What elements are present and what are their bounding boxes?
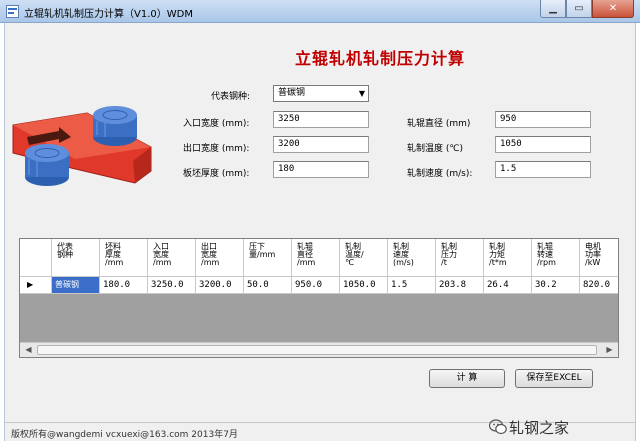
col-header-thickness[interactable]: 坯料 厚度/mm	[100, 239, 148, 277]
copyright-text: 版权所有@wangdemi vcxuexi@163.com 2013年7月	[11, 430, 238, 440]
maximize-button[interactable]: ▭	[566, 0, 592, 18]
wechat-icon	[489, 419, 507, 435]
roll-diameter-label: 轧辊直径 (mm)	[407, 119, 471, 129]
steel-grade-value: 普碳钢	[278, 88, 306, 98]
grid-header: 代表 钢种 坯料 厚度/mm 入口 宽度/mm 出口 宽度/mm 压下 量/mm 轧辊 直径…	[20, 239, 618, 277]
slab-thickness-label: 板坯厚度 (mm):	[183, 169, 250, 179]
mill-illustration	[12, 106, 152, 186]
rolling-temp-field[interactable]: 1050	[495, 136, 591, 153]
results-grid[interactable]: 代表 钢种 坯料 厚度/mm 入口 宽度/mm 出口 宽度/mm 压下 量/mm 轧辊 直径…	[19, 238, 619, 358]
app-icon	[6, 5, 19, 18]
chevron-down-icon: ▼	[358, 89, 365, 98]
col-header-roll-diameter[interactable]: 轧辊 直径/mm	[292, 239, 340, 277]
col-header-torque[interactable]: 轧制 力矩/t*m	[484, 239, 532, 277]
window-controls: ▁ ▭ ✕	[540, 0, 634, 18]
cell-entry-width[interactable]: 3250.0	[148, 277, 196, 294]
roll-diameter-field[interactable]: 950	[495, 111, 591, 128]
minimize-button[interactable]: ▁	[540, 0, 566, 18]
col-header-exit-width[interactable]: 出口 宽度/mm	[196, 239, 244, 277]
col-header-temperature[interactable]: 轧制 温度/℃	[340, 239, 388, 277]
steel-grade-select[interactable]: 普碳钢 ▼	[273, 85, 369, 102]
watermark-text: 轧钢之家	[509, 419, 570, 437]
table-row[interactable]: ▶ 普碳钢 180.0 3250.0 3200.0 50.0 950.0 105…	[20, 277, 618, 294]
save-excel-button[interactable]: 保存至EXCEL	[515, 369, 593, 388]
slab-thickness-field[interactable]: 180	[273, 161, 369, 178]
cell-torque[interactable]: 26.4	[484, 277, 532, 294]
rolling-speed-label: 轧制速度 (m/s):	[407, 169, 473, 179]
col-header-reduction[interactable]: 压下 量/mm	[244, 239, 292, 277]
close-icon: ✕	[608, 3, 618, 14]
grid-corner	[20, 239, 52, 277]
main-window: 立辊轧机轧制压力计算 代表钢种: 普碳钢 ▼ 入口宽度 (mm): 3250 出…	[4, 23, 636, 441]
cell-reduction[interactable]: 50.0	[244, 277, 292, 294]
row-selector-icon[interactable]: ▶	[20, 277, 52, 294]
exit-width-field[interactable]: 3200	[273, 136, 369, 153]
cell-thickness[interactable]: 180.0	[100, 277, 148, 294]
scrollbar-thumb[interactable]	[37, 345, 597, 355]
entry-width-label: 入口宽度 (mm):	[183, 119, 250, 129]
entry-width-field[interactable]: 3250	[273, 111, 369, 128]
minimize-icon: ▁	[549, 3, 557, 14]
maximize-icon: ▭	[574, 3, 584, 14]
col-header-force[interactable]: 轧制 压力/t	[436, 239, 484, 277]
page-title: 立辊轧机轧制压力计算	[295, 49, 466, 68]
cell-temperature[interactable]: 1050.0	[340, 277, 388, 294]
cell-motor-power[interactable]: 820.0	[580, 277, 618, 294]
window-title: 立辊轧机轧制压力计算（V1.0）WDM	[24, 9, 193, 20]
cell-force[interactable]: 203.8	[436, 277, 484, 294]
rolling-speed-field[interactable]: 1.5	[495, 161, 591, 178]
calculate-button[interactable]: 计 算	[429, 369, 505, 388]
cell-roll-rpm[interactable]: 30.2	[532, 277, 580, 294]
close-button[interactable]: ✕	[592, 0, 634, 18]
title-bar: 立辊轧机轧制压力计算（V1.0）WDM ▁ ▭ ✕	[0, 0, 640, 23]
cell-exit-width[interactable]: 3200.0	[196, 277, 244, 294]
exit-width-label: 出口宽度 (mm):	[183, 144, 250, 154]
col-header-speed[interactable]: 轧制 速度 (m/s)	[388, 239, 436, 277]
col-header-entry-width[interactable]: 入口 宽度/mm	[148, 239, 196, 277]
col-header-motor-power[interactable]: 电机 功率/kW	[580, 239, 618, 277]
scroll-left-icon[interactable]: ◀	[21, 344, 36, 356]
scroll-right-icon[interactable]: ▶	[602, 344, 617, 356]
rolling-temp-label: 轧制温度 (℃)	[407, 144, 463, 154]
cell-speed[interactable]: 1.5	[388, 277, 436, 294]
steel-grade-label: 代表钢种:	[211, 92, 251, 102]
horizontal-scrollbar[interactable]: ◀ ▶	[20, 342, 618, 357]
cell-roll-diameter[interactable]: 950.0	[292, 277, 340, 294]
col-header-roll-rpm[interactable]: 轧辊 转速/rpm	[532, 239, 580, 277]
cell-steel[interactable]: 普碳钢	[52, 277, 100, 294]
col-header-steel[interactable]: 代表 钢种	[52, 239, 100, 277]
